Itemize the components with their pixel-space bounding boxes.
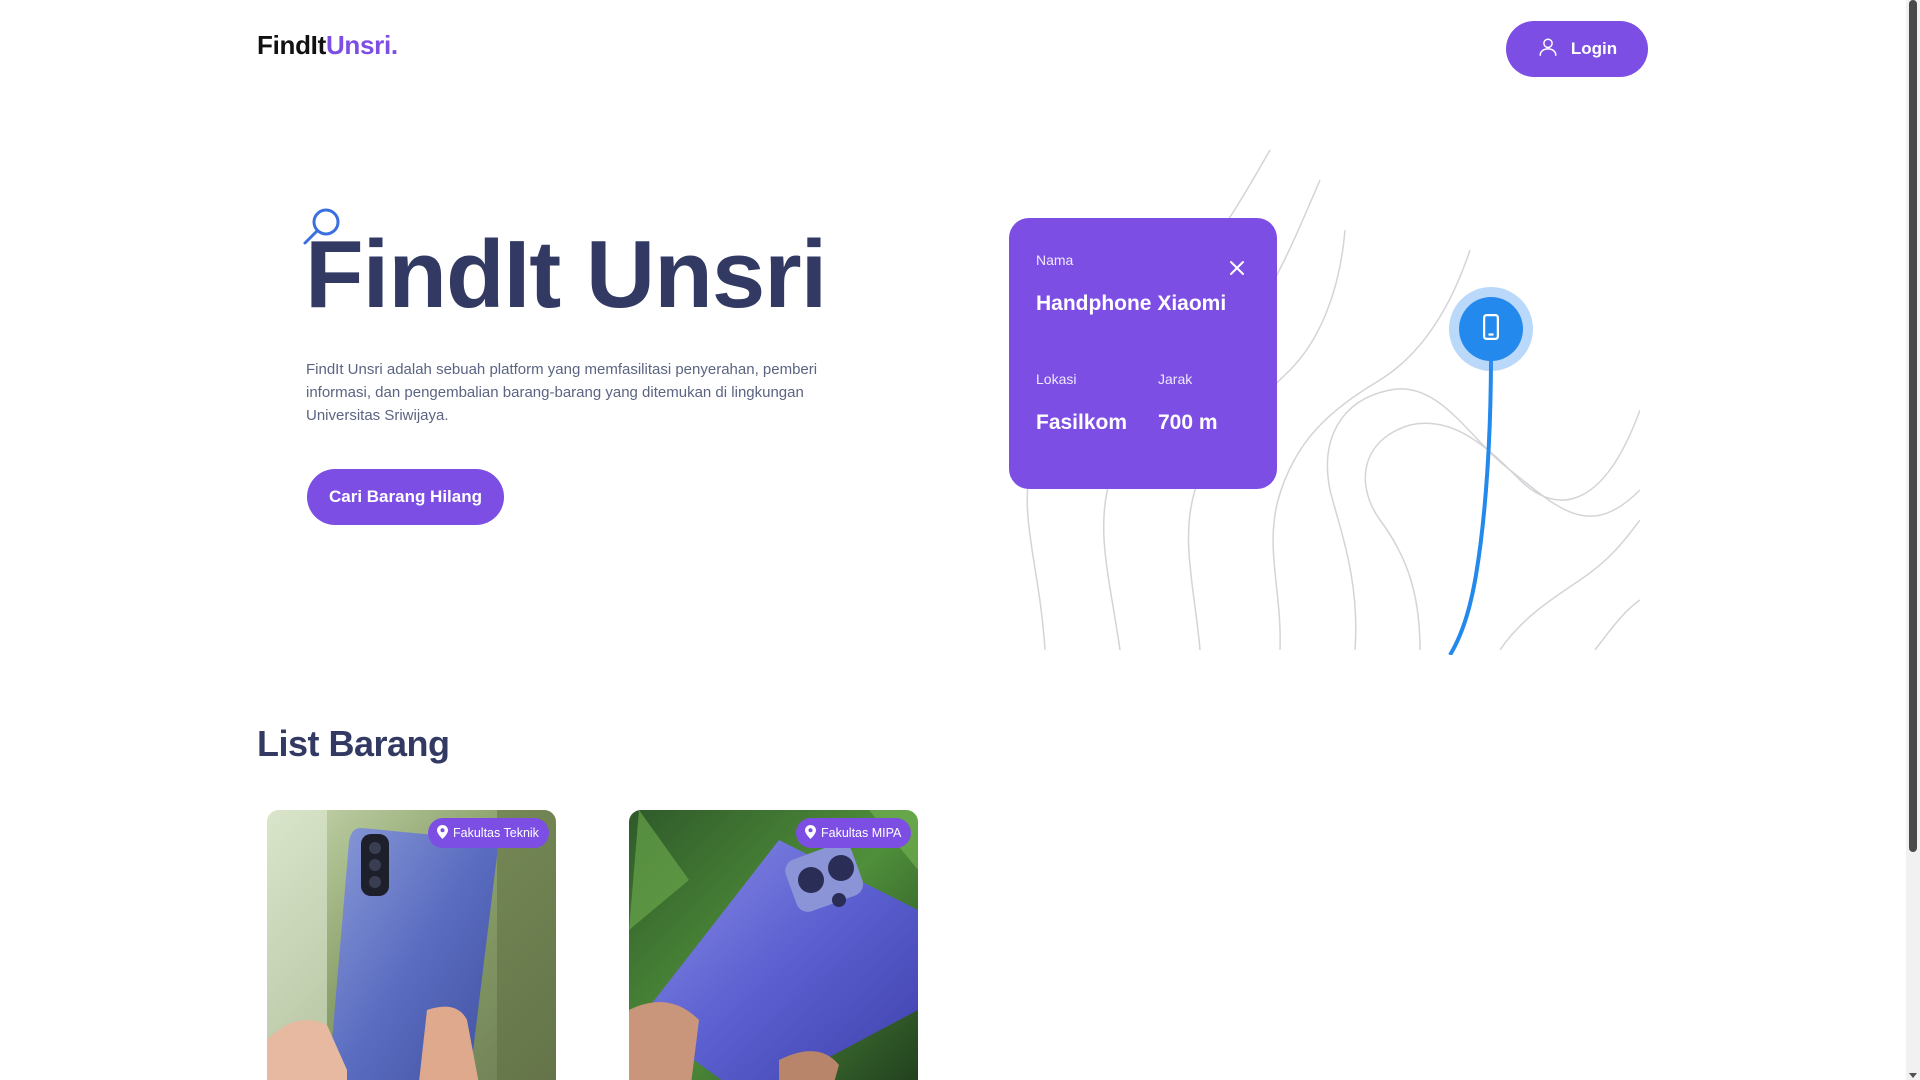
- scroll-down-arrow[interactable]: [1909, 1073, 1917, 1078]
- item-card[interactable]: Fakultas Teknik: [267, 810, 556, 1080]
- close-icon[interactable]: [1228, 259, 1246, 277]
- user-icon: [1537, 36, 1559, 63]
- list-title: List Barang: [257, 723, 450, 764]
- smartphone-icon: [1476, 312, 1506, 347]
- login-label: Login: [1570, 39, 1618, 58]
- location-value: Fasilkom: [1036, 411, 1128, 434]
- location-badge-label: Fakultas MIPA: [821, 826, 902, 840]
- distance-value: 700 m: [1158, 411, 1218, 434]
- location-label: Lokasi: [1036, 371, 1077, 387]
- login-button[interactable]: Login: [1506, 21, 1648, 77]
- hero-title: FindIt Unsri: [305, 221, 827, 328]
- brand-part2: Unsri.: [325, 30, 398, 60]
- item-photo: [267, 810, 556, 1080]
- pin-route-line: [1448, 355, 1493, 655]
- distance-label: Jarak: [1158, 371, 1193, 387]
- location-badge: Fakultas Teknik: [428, 818, 549, 848]
- map-pin-icon: [437, 824, 448, 842]
- name-label: Nama: [1036, 252, 1074, 268]
- map-pin-icon: [805, 824, 816, 842]
- item-info-card: Nama Handphone Xiaomi Lokasi Jarak Fasil…: [1009, 218, 1277, 489]
- item-photo: [629, 810, 918, 1080]
- location-badge: Fakultas MIPA: [796, 818, 912, 848]
- item-card[interactable]: Fakultas MIPA: [629, 810, 918, 1080]
- page-scrollbar[interactable]: [1906, 0, 1920, 1080]
- name-value: Handphone Xiaomi: [1036, 292, 1227, 315]
- find-lost-items-button[interactable]: Cari Barang Hilang: [307, 469, 504, 525]
- brand-logo[interactable]: FindItUnsri.: [257, 30, 398, 61]
- scroll-thumb[interactable]: [1909, 0, 1917, 852]
- map-pin-node: [1449, 287, 1533, 371]
- hero-description: FindIt Unsri adalah sebuah platform yang…: [306, 361, 818, 424]
- location-badge-label: Fakultas Teknik: [453, 826, 539, 840]
- brand-part1: FindIt: [257, 30, 326, 60]
